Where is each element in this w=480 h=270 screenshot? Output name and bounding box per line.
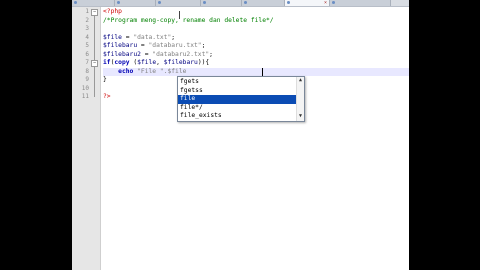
line-number: 2	[85, 16, 89, 24]
code-line: if(copy ($file, $filebaru)){	[103, 59, 210, 66]
file-icon	[244, 1, 247, 4]
code-line: $filebaru = "databaru.txt";	[103, 42, 206, 49]
code-line: $filebaru2 = "databaru2.txt";	[103, 50, 213, 58]
mouse-ibeam-cursor	[179, 11, 180, 19]
code-editor[interactable]: <?php /*Program meng-copy, rename dan de…	[103, 7, 409, 270]
file-tab[interactable]	[330, 0, 391, 6]
autocomplete-item[interactable]: fgetss	[178, 87, 298, 96]
code-line: }	[103, 76, 107, 83]
file-tab[interactable]	[156, 0, 201, 6]
code-line: ?>	[103, 93, 111, 100]
autocomplete-item-selected[interactable]: file	[178, 95, 298, 104]
autocomplete-popup[interactable]: fgets fgetss file file*/ file_exists ▲ ▼	[177, 76, 305, 122]
line-number: 9	[85, 76, 89, 83]
file-tab[interactable]	[72, 0, 115, 6]
autocomplete-item[interactable]: file*/	[178, 104, 298, 113]
file-tab[interactable]	[201, 0, 242, 6]
file-tab-active[interactable]: ×	[285, 0, 330, 6]
file-icon	[203, 1, 206, 4]
code-line: $file = "data.txt";	[103, 33, 176, 41]
file-tab[interactable]	[115, 0, 156, 6]
autocomplete-item[interactable]: fgets	[178, 78, 298, 87]
code-line: <?php	[103, 8, 122, 15]
line-number: 8	[85, 67, 89, 75]
line-number-gutter: 1 2 3 4 5 6 7 8 9 10 11 − −	[72, 7, 101, 270]
code-line: echo "File ".$file	[103, 67, 263, 77]
close-icon[interactable]: ×	[324, 0, 327, 6]
line-number: 5	[85, 42, 89, 49]
line-number: 3	[85, 25, 89, 32]
scroll-down-icon[interactable]: ▼	[297, 113, 304, 120]
fold-toggle-icon[interactable]: −	[91, 9, 98, 16]
line-number: 7	[85, 59, 89, 66]
line-number: 10	[81, 84, 89, 92]
line-number: 1	[85, 8, 89, 15]
file-icon	[117, 1, 120, 4]
file-tab[interactable]	[242, 0, 285, 6]
editor-window: × 1 2 3 4 5 6 7 8 9 10 11 − − <?php /*Pr…	[72, 0, 409, 270]
text-caret	[262, 67, 263, 76]
line-number: 4	[85, 33, 89, 41]
fold-toggle-icon[interactable]: −	[91, 60, 98, 67]
code-line: /*Program meng-copy, rename dan delete f…	[103, 16, 274, 24]
line-number: 6	[85, 50, 89, 58]
tab-bar: ×	[72, 0, 409, 7]
file-icon	[74, 1, 77, 4]
file-icon	[158, 1, 161, 4]
fold-guide	[94, 67, 95, 97]
file-icon	[287, 1, 290, 4]
autocomplete-scrollbar[interactable]: ▲ ▼	[296, 77, 304, 121]
file-icon	[332, 1, 335, 4]
line-number: 11	[81, 93, 89, 100]
scroll-up-icon[interactable]: ▲	[297, 77, 304, 84]
fold-guide	[94, 16, 95, 60]
autocomplete-item[interactable]: file_exists	[178, 112, 298, 121]
